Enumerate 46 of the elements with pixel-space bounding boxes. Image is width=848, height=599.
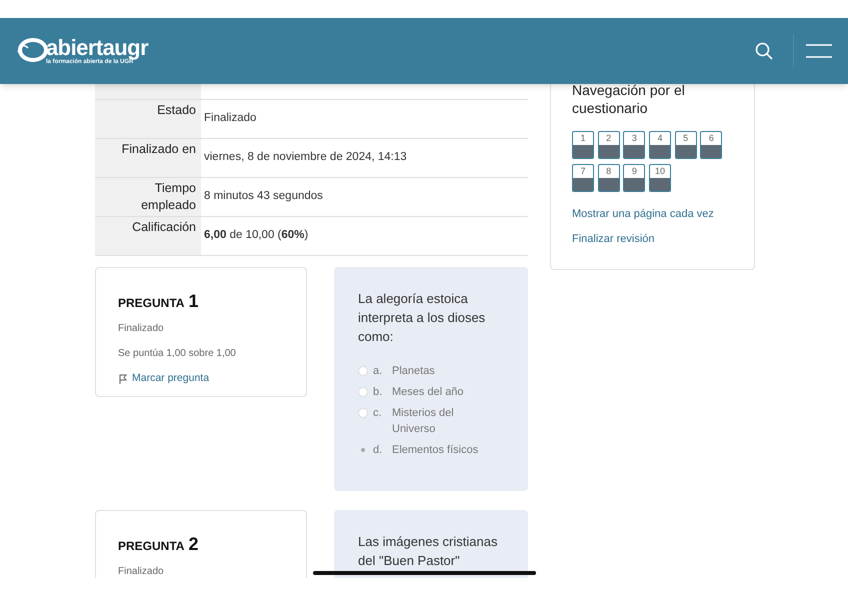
summary-value: 8 minutos 43 segundos	[204, 189, 323, 204]
question-nav-button[interactable]: 6	[700, 131, 722, 159]
summary-label: Finalizado en	[120, 141, 196, 158]
option-letter: d.	[373, 443, 384, 458]
question-heading: PREGUNTA	[118, 295, 184, 312]
flag-icon	[118, 374, 128, 384]
option-letter: c.	[373, 406, 383, 421]
question-text: Las imágenes cristianas del "Buen Pastor"	[358, 533, 498, 570]
summary-value: Finalizado	[204, 111, 256, 126]
summary-label: Estado	[156, 102, 196, 119]
radio-button[interactable]	[358, 387, 368, 397]
question-nav-button[interactable]: 1	[572, 131, 594, 159]
option-letter: a.	[373, 364, 384, 379]
radio-button[interactable]	[358, 408, 368, 418]
question-heading: PREGUNTA	[118, 538, 184, 555]
question-nav-button[interactable]: 9	[623, 164, 646, 192]
question-status: Finalizado	[118, 565, 165, 578]
question-score: Se puntúa 1,00 sobre 1,00	[118, 347, 237, 361]
question-nav-button[interactable]: 2	[598, 131, 620, 159]
question-nav-button[interactable]: 8	[598, 164, 620, 192]
option-text: Planetas	[392, 364, 436, 379]
search-icon[interactable]	[755, 42, 773, 60]
option-text: Elementos físicos	[392, 443, 480, 458]
option-letter: b.	[373, 385, 384, 400]
logo-text: abiertaugr	[46, 37, 148, 59]
option-text: Misterios del Universo	[392, 406, 455, 437]
question-text: La alegoría estoica interpreta a los dioses como:	[358, 290, 486, 346]
option-text: Meses del año	[392, 385, 465, 400]
radio-button[interactable]	[358, 366, 368, 376]
summary-label: Calificación	[131, 219, 196, 236]
question-number: 1	[188, 290, 198, 313]
question-nav-button[interactable]: 10	[648, 164, 671, 192]
panel-title: Navegación por el cuestionario	[572, 84, 686, 117]
summary-label: Tiempo empleado	[140, 180, 196, 214]
panel-link[interactable]: Mostrar una página cada vez	[572, 206, 733, 222]
summary-value: 6,00 de 10,00 (60%)	[204, 228, 308, 244]
panel-link[interactable]: Finalizar revisión	[572, 230, 733, 247]
flag-question-link[interactable]: Marcar pregunta	[118, 371, 284, 387]
question-nav-button[interactable]: 7	[572, 164, 594, 192]
question-status: Finalizado	[118, 322, 165, 336]
question-nav-button[interactable]: 3	[623, 131, 646, 159]
summary-value: viernes, 8 de noviembre de 2024, 14:13	[204, 150, 407, 166]
menu-icon[interactable]	[806, 44, 832, 58]
question-nav-button[interactable]: 4	[648, 131, 671, 159]
question-number: 2	[188, 533, 198, 556]
question-nav-button[interactable]: 5	[674, 131, 697, 159]
